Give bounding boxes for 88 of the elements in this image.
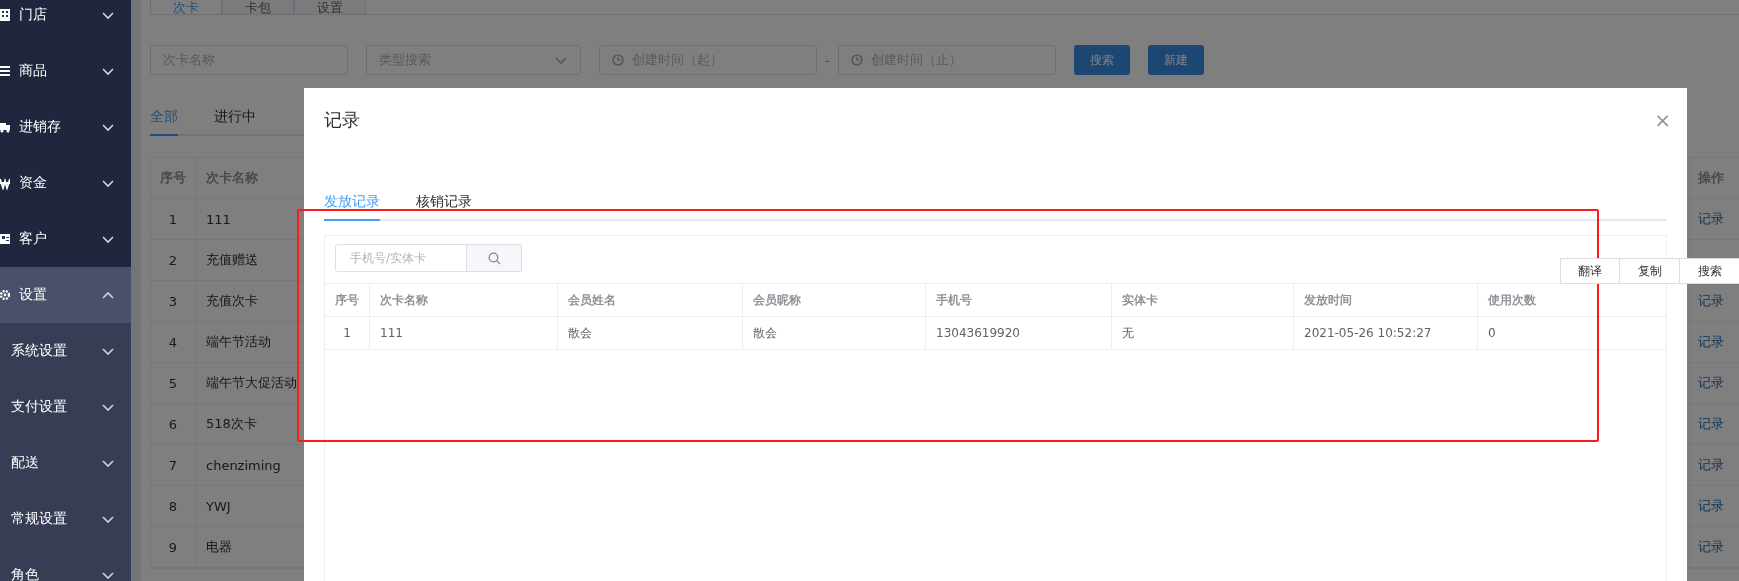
table-cell: 111: [370, 317, 558, 349]
chevron-down-icon: [101, 233, 115, 245]
status-tab[interactable]: 进行中: [214, 108, 256, 134]
column-header: 实体卡: [1112, 284, 1294, 316]
table-cell: 9: [151, 527, 196, 567]
chevron-down-icon: [101, 65, 115, 77]
sidebar-item[interactable]: 进销存: [0, 99, 131, 155]
record-link[interactable]: 记录: [1698, 497, 1724, 515]
id-card-icon: [0, 232, 10, 246]
list-icon: [0, 64, 10, 78]
table-cell: 6: [151, 404, 196, 444]
column-header: 使用次数: [1487, 291, 1537, 309]
search-button[interactable]: [467, 244, 522, 272]
chevron-down-icon: [554, 54, 568, 66]
column-header: 手机号: [926, 284, 1112, 316]
range-separator: -: [825, 52, 830, 68]
table-cell: 5: [151, 363, 196, 403]
chevron-down-icon: [101, 9, 115, 21]
record-link[interactable]: 记录: [1698, 538, 1724, 556]
page-tab[interactable]: 设置: [294, 0, 366, 14]
menu-label: 支付设置: [11, 398, 68, 416]
table-cell: 8: [151, 486, 196, 526]
menu-label: 进销存: [19, 118, 62, 136]
truck-icon: [0, 120, 10, 134]
chevron-down-icon: [101, 177, 115, 189]
table-cell: 2: [151, 240, 196, 280]
search-icon: [487, 251, 501, 265]
menu-label: 角色: [11, 566, 40, 581]
menu-label: 常规设置: [11, 510, 68, 528]
chevron-down-icon: [101, 569, 115, 581]
table-cell: 13043619920: [926, 317, 1112, 349]
status-tab[interactable]: 全部: [150, 108, 178, 136]
clock-icon: [612, 54, 624, 66]
record-link[interactable]: 记录: [1698, 456, 1724, 474]
close-button[interactable]: ×: [1654, 108, 1671, 132]
chevron-down-icon: [101, 457, 115, 469]
table-cell: 无: [1112, 317, 1294, 349]
sidebar-item[interactable]: 商品: [0, 43, 131, 99]
building-icon: [0, 8, 10, 22]
column-header: 序号: [325, 284, 370, 316]
phone-search-field[interactable]: 手机号/实体卡: [335, 244, 467, 272]
record-link[interactable]: 记录: [1698, 374, 1724, 392]
column-header: 会员姓名: [558, 284, 743, 316]
page-tab[interactable]: 卡包: [222, 0, 294, 14]
record-link[interactable]: 记录: [1698, 415, 1724, 433]
currency-icon: [0, 176, 10, 190]
menu-label: 配送: [11, 454, 40, 472]
sidebar-item[interactable]: 资金: [0, 155, 131, 211]
sidebar-item[interactable]: 客户: [0, 211, 131, 267]
menu-label: 系统设置: [11, 342, 68, 360]
table-cell: 1: [325, 317, 370, 349]
table-cell: 3: [151, 281, 196, 321]
table-cell: 1: [151, 199, 196, 239]
record-link[interactable]: 记录: [1698, 333, 1724, 351]
table-cell: 散会: [558, 317, 743, 349]
chevron-down-icon: [101, 401, 115, 413]
table-cell: 7: [151, 445, 196, 485]
column-header: 发放时间: [1294, 284, 1478, 316]
menu-label: 商品: [19, 62, 48, 80]
menu-label: 设置: [19, 286, 48, 304]
column-header: 次卡名称: [370, 284, 558, 316]
gear-icon: [0, 288, 10, 302]
chevron-down-icon: [101, 121, 115, 133]
clock-icon: [850, 54, 863, 66]
toolbar-button[interactable]: 复制: [1620, 258, 1680, 284]
table-cell: 散会: [743, 317, 926, 349]
sidebar-item[interactable]: 设置: [0, 267, 131, 323]
menu-label: 资金: [19, 174, 48, 192]
chevron-down-icon: [101, 345, 115, 357]
table-cell-text: 0: [1487, 325, 1497, 342]
table-cell: 4: [151, 322, 196, 362]
button[interactable]: 搜索: [1073, 45, 1130, 75]
menu-label: 客户: [19, 230, 48, 248]
menu-label: 门店: [19, 6, 48, 24]
record-link[interactable]: 记录: [1698, 292, 1724, 310]
dialog-tab[interactable]: 核销记录: [416, 193, 472, 219]
table-cell: 2021-05-26 10:52:27: [1294, 317, 1478, 349]
dialog-tab[interactable]: 发放记录: [324, 193, 380, 221]
chevron-down-icon: [101, 513, 115, 525]
toolbar-button[interactable]: 翻译: [1560, 258, 1620, 284]
page-tab[interactable]: 次卡: [150, 0, 222, 14]
dialog-title: 记录: [324, 108, 360, 132]
record-link[interactable]: 记录: [1698, 210, 1724, 228]
column-header: 会员昵称: [743, 284, 926, 316]
chevron-up-icon: [101, 289, 115, 301]
toolbar-button[interactable]: 搜索: [1680, 258, 1739, 284]
sidebar-item[interactable]: 门店: [0, 0, 131, 43]
button[interactable]: 新建: [1147, 45, 1204, 75]
